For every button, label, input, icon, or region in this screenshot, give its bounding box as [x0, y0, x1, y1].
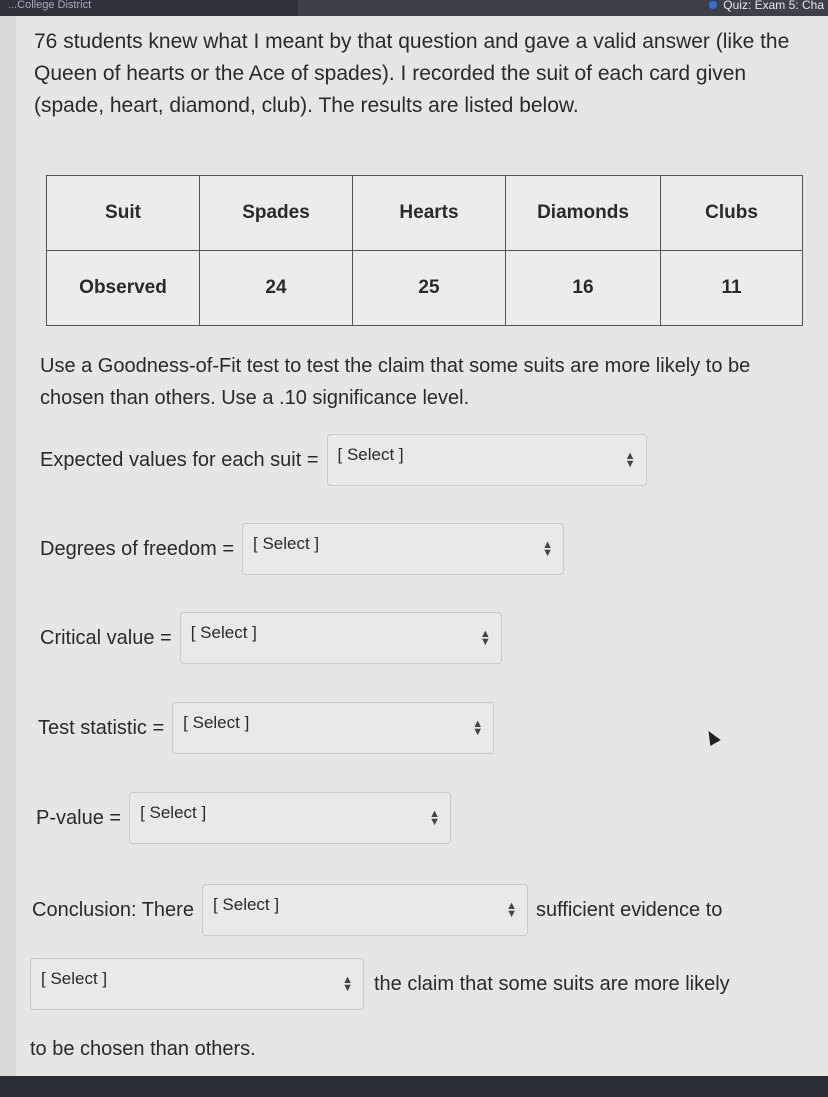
table-cell: Clubs [660, 175, 803, 251]
expected-values-row: Expected values for each suit = [ Select… [40, 434, 647, 486]
table-cell: 11 [660, 250, 803, 326]
table-header-row: Suit Spades Hearts Diamonds Clubs [46, 175, 803, 251]
expected-values-select[interactable]: [ Select ] ▲ ▼ [326, 434, 647, 486]
p-value-row: P-value = [ Select ] ▲ ▼ [36, 792, 452, 844]
site-title: ...College District [0, 0, 298, 16]
updown-arrows-icon: ▲ ▼ [506, 900, 517, 920]
conclusion-prefix: Conclusion: There [32, 898, 194, 921]
table-cell: Suit [46, 175, 200, 251]
select-value: [ Select ] [140, 803, 207, 822]
conclusion-end: to be chosen than others. [30, 1038, 256, 1060]
degrees-of-freedom-row: Degrees of freedom = [ Select ] ▲ ▼ [40, 523, 564, 575]
select-value: [ Select ] [41, 969, 108, 988]
table-cell: 24 [199, 250, 353, 326]
updown-arrows-icon: ▲ ▼ [472, 718, 484, 738]
updown-arrows-icon: ▲ ▼ [342, 974, 353, 994]
field-label: Expected values for each suit = [40, 448, 319, 471]
field-label: Degrees of freedom = [40, 537, 234, 560]
critical-value-select[interactable]: [ Select ] ▲ ▼ [179, 612, 502, 664]
conclusion-row-1: Conclusion: There [ Select ] ▲ ▼ sufficien… [32, 884, 722, 936]
quiz-tab[interactable]: Quiz: Exam 5: Cha [709, 0, 824, 12]
critical-value-row: Critical value = [ Select ] ▲ ▼ [40, 612, 502, 664]
table-cell: Spades [199, 175, 353, 251]
updown-arrows-icon: ▲ ▼ [429, 808, 441, 828]
table-cell: 25 [352, 250, 506, 326]
test-statistic-select[interactable]: [ Select ] ▲ ▼ [172, 702, 495, 754]
select-value: [ Select ] [190, 623, 257, 642]
updown-arrows-icon: ▲ ▼ [624, 450, 636, 470]
select-value: [ Select ] [183, 713, 250, 732]
field-label: P-value = [36, 806, 122, 829]
table-row: Observed 24 25 16 11 [46, 250, 803, 326]
question-intro: 76 students knew what I meant by that qu… [34, 30, 790, 117]
conclusion-row-2: [ Select ] ▲ ▼ the claim that some suits a… [22, 958, 730, 1010]
field-label: Critical value = [40, 626, 172, 649]
conclusion-action-select[interactable]: [ Select ] ▲ ▼ [30, 958, 364, 1010]
quiz-title: Quiz: Exam 5: Cha [723, 0, 824, 12]
degrees-of-freedom-select[interactable]: [ Select ] ▲ ▼ [242, 523, 564, 575]
table-cell: Diamonds [505, 175, 661, 251]
conclusion-evidence-select[interactable]: [ Select ] ▲ ▼ [201, 884, 528, 936]
updown-arrows-icon: ▲ ▼ [479, 628, 491, 648]
conclusion-suffix: the claim that some suits are more likel… [374, 972, 730, 995]
test-statistic-row: Test statistic = [ Select ] ▲ ▼ [38, 702, 495, 754]
bottom-bezel [0, 1076, 828, 1097]
p-value-select[interactable]: [ Select ] ▲ ▼ [129, 792, 452, 844]
table-cell: Observed [46, 250, 200, 326]
select-value: [ Select ] [253, 534, 320, 553]
conclusion-middle: sufficient evidence to [535, 898, 723, 921]
select-value: [ Select ] [337, 445, 404, 464]
updown-arrows-icon: ▲ ▼ [542, 539, 553, 559]
observed-table: Suit Spades Hearts Diamonds Clubs Observ… [46, 175, 803, 326]
question-instructions: Use a Goodness-of-Fit test to test the c… [40, 355, 751, 409]
table-cell: 16 [505, 250, 661, 326]
field-label: Test statistic = [38, 716, 165, 739]
tab-favicon-icon [709, 1, 718, 9]
select-value: [ Select ] [212, 895, 280, 914]
table-cell: Hearts [352, 175, 506, 251]
browser-tab-bar: ...College District Quiz: Exam 5: Cha [0, 0, 828, 16]
